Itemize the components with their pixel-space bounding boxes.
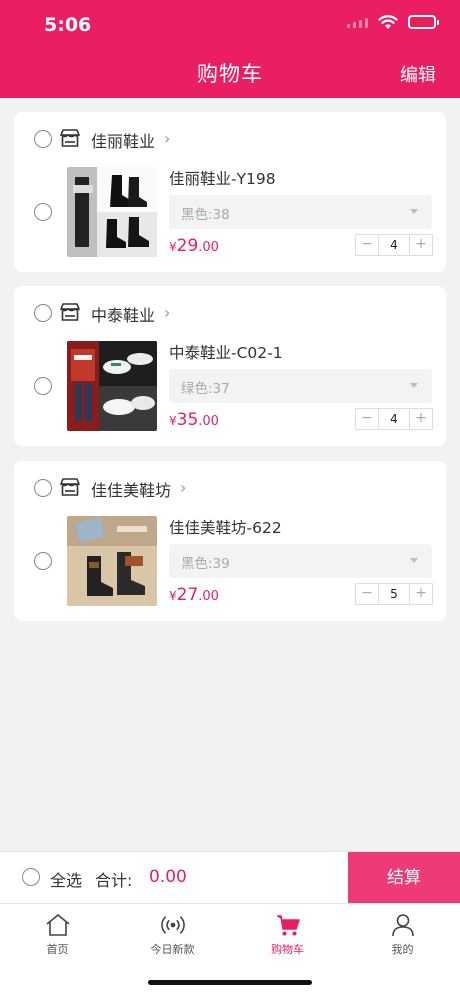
item-select-radio[interactable]: [34, 377, 52, 395]
product-image[interactable]: [67, 167, 157, 257]
edit-button[interactable]: 编辑: [400, 61, 436, 87]
variant-label: 黑色:39: [181, 556, 230, 572]
shop-name[interactable]: 佳丽鞋业: [91, 128, 155, 152]
home-icon: [45, 914, 70, 936]
quantity-stepper: − 4 +: [355, 408, 433, 430]
chevron-right-icon[interactable]: ›: [180, 478, 186, 497]
tab-label: 今日新款: [150, 943, 195, 956]
dropdown-arrow-icon: [410, 383, 418, 388]
product-name[interactable]: 佳丽鞋业-Y198: [169, 167, 276, 189]
tab-label: 购物车: [271, 943, 304, 956]
quantity-value[interactable]: 4: [378, 409, 410, 429]
tab-profile[interactable]: 我的: [345, 904, 460, 964]
item-select-radio[interactable]: [34, 552, 52, 570]
tab-home[interactable]: 首页: [0, 904, 115, 964]
shop-name[interactable]: 中泰鞋业: [91, 302, 155, 326]
user-icon: [391, 914, 414, 937]
currency-symbol: ¥: [169, 240, 177, 254]
status-icons: [347, 14, 439, 30]
price-decimal: .00: [198, 240, 219, 255]
increase-button[interactable]: +: [410, 409, 432, 429]
select-all-radio[interactable]: [22, 868, 40, 886]
broadcast-icon: [160, 916, 185, 934]
currency-symbol: ¥: [169, 589, 177, 603]
price-integer: 35: [176, 410, 199, 430]
variant-label: 黑色:38: [181, 207, 230, 223]
product-image[interactable]: [67, 341, 157, 431]
shop-card: 佳丽鞋业 › 佳丽鞋业-Y198 黑色:38 ¥29.00 − 4 +: [14, 112, 446, 272]
shop-select-radio[interactable]: [34, 130, 52, 148]
battery-icon: [408, 15, 439, 29]
quantity-value[interactable]: 4: [378, 235, 410, 255]
currency-symbol: ¥: [169, 414, 177, 428]
quantity-stepper: − 4 +: [355, 234, 433, 256]
shop-select-radio[interactable]: [34, 304, 52, 322]
price-integer: 29: [176, 236, 199, 256]
variant-selector[interactable]: 绿色:37: [169, 369, 432, 403]
store-icon: [60, 478, 80, 496]
shop-card: 佳佳美鞋坊 › 佳佳美鞋坊-622 黑色:39 ¥27.00 − 5 +: [14, 461, 446, 621]
chevron-right-icon[interactable]: ›: [164, 303, 170, 322]
home-indicator: [148, 980, 312, 985]
price-decimal: .00: [198, 414, 219, 429]
select-all-label[interactable]: 全选: [50, 867, 82, 891]
shop-name[interactable]: 佳佳美鞋坊: [91, 477, 171, 501]
shop-card: 中泰鞋业 › 中泰鞋业-C02-1 绿色:37 ¥35.00 − 4 +: [14, 286, 446, 446]
price-integer: 27: [176, 585, 199, 605]
page-title: 购物车: [197, 62, 263, 86]
header: 5:06 购物车 编辑: [0, 0, 460, 98]
tab-label: 首页: [46, 943, 69, 956]
store-icon: [60, 129, 80, 147]
status-time: 5:06: [44, 14, 92, 36]
checkout-button[interactable]: 结算: [348, 852, 460, 904]
chevron-right-icon[interactable]: ›: [164, 129, 170, 148]
checkout-bar: 全选 合计: 0.00 结算: [0, 851, 460, 904]
tab-cart[interactable]: 购物车: [230, 904, 345, 964]
tab-label: 我的: [391, 943, 414, 956]
price-decimal: .00: [198, 589, 219, 604]
product-price: ¥27.00: [169, 585, 219, 605]
quantity-stepper: − 5 +: [355, 583, 433, 605]
variant-selector[interactable]: 黑色:39: [169, 544, 432, 578]
decrease-button[interactable]: −: [356, 584, 378, 604]
store-icon: [60, 303, 80, 321]
quantity-value[interactable]: 5: [378, 584, 410, 604]
total-label: 合计:: [95, 871, 133, 890]
decrease-button[interactable]: −: [356, 409, 378, 429]
product-price: ¥35.00: [169, 410, 219, 430]
product-price: ¥29.00: [169, 236, 219, 256]
decrease-button[interactable]: −: [356, 235, 378, 255]
dropdown-arrow-icon: [410, 558, 418, 563]
cart-icon: [276, 915, 300, 936]
tab-new-today[interactable]: 今日新款: [115, 904, 230, 964]
increase-button[interactable]: +: [410, 235, 432, 255]
variant-label: 绿色:37: [181, 381, 230, 397]
product-image[interactable]: [67, 516, 157, 606]
wifi-icon: [378, 15, 398, 29]
shop-select-radio[interactable]: [34, 479, 52, 497]
total-value: 0.00: [149, 867, 187, 887]
product-name[interactable]: 中泰鞋业-C02-1: [169, 341, 283, 363]
dropdown-arrow-icon: [410, 209, 418, 214]
increase-button[interactable]: +: [410, 584, 432, 604]
signal-icon: [347, 16, 368, 28]
product-name[interactable]: 佳佳美鞋坊-622: [169, 516, 282, 538]
variant-selector[interactable]: 黑色:38: [169, 195, 432, 229]
item-select-radio[interactable]: [34, 203, 52, 221]
